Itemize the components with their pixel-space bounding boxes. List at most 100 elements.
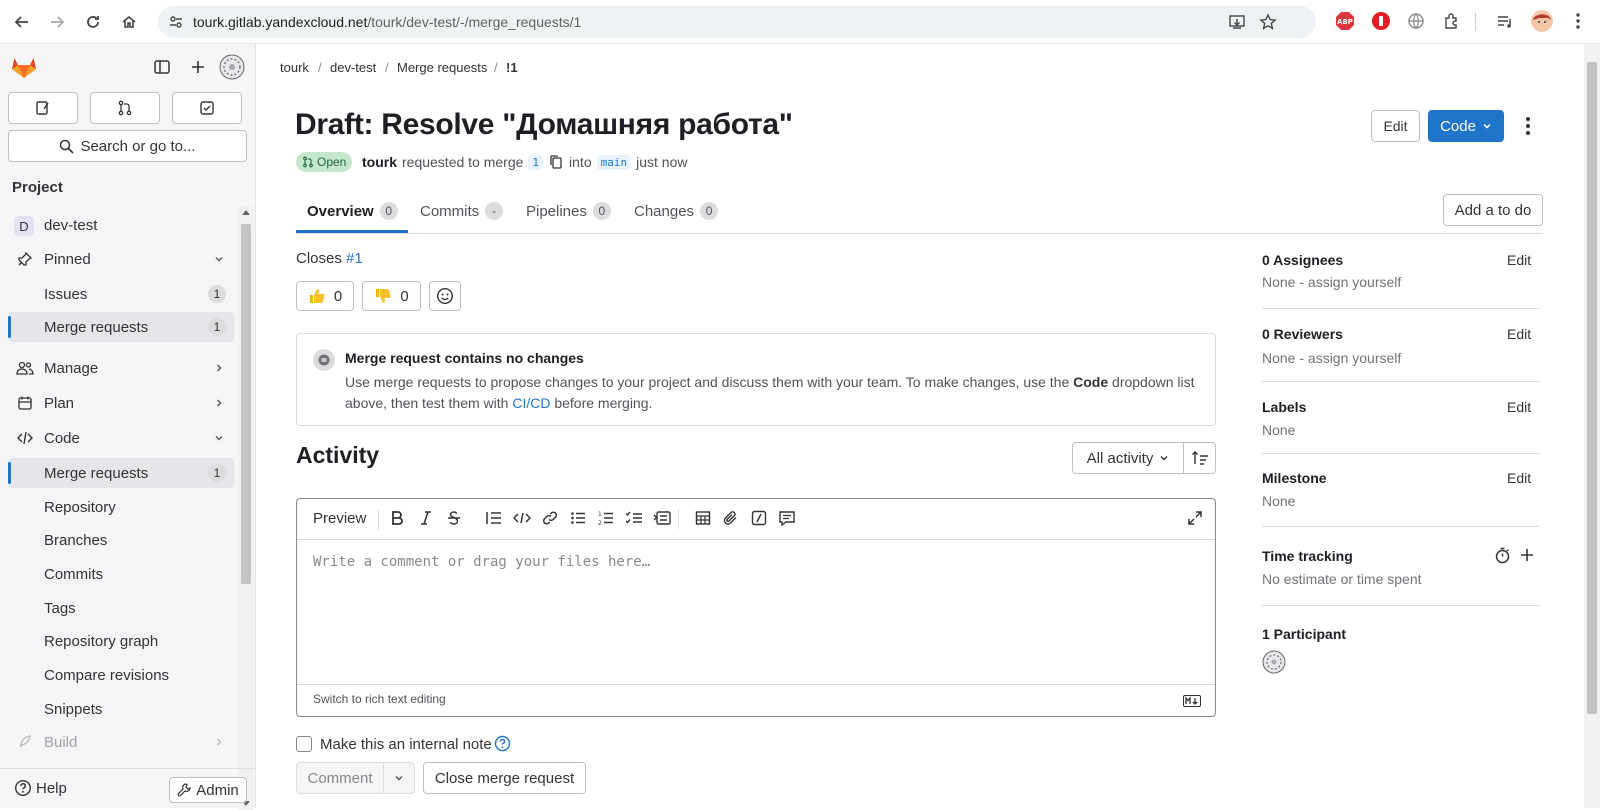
assigned-issues-button[interactable] — [8, 92, 78, 124]
help-icon[interactable] — [494, 735, 511, 752]
participant-avatar[interactable] — [1262, 650, 1286, 674]
add-reaction-button[interactable] — [429, 281, 461, 311]
merge-requests-button[interactable] — [90, 92, 160, 124]
profile-avatar[interactable] — [1531, 10, 1553, 32]
author-link[interactable]: tourk — [362, 154, 397, 170]
todo-list-button[interactable] — [172, 92, 242, 124]
cicd-link[interactable]: CI/CD — [512, 395, 550, 411]
bold-icon[interactable] — [388, 509, 406, 527]
user-avatar[interactable] — [219, 54, 245, 80]
sidebar-item-build[interactable]: Build — [8, 727, 234, 757]
sidebar-item-commits[interactable]: Commits — [8, 559, 234, 589]
fullscreen-icon[interactable] — [1187, 510, 1203, 526]
forward-icon[interactable] — [45, 10, 69, 34]
closes-issue-link[interactable]: #1 — [346, 250, 363, 267]
sort-order-button[interactable] — [1183, 442, 1216, 474]
edit-button[interactable]: Edit — [1371, 110, 1420, 142]
help-button[interactable]: Help — [14, 779, 67, 797]
tab-commits[interactable]: Commits - — [420, 202, 504, 220]
numbered-list-icon[interactable]: 12 — [597, 509, 615, 527]
page-scrollbar[interactable] — [1584, 44, 1600, 808]
sidebar-scrollbar[interactable] — [239, 206, 253, 810]
sidebar-item-repository-graph[interactable]: Repository graph — [8, 626, 234, 656]
extensions-puzzle-icon[interactable] — [1441, 10, 1463, 32]
target-branch[interactable]: main — [596, 154, 632, 170]
scroll-up-arrow[interactable] — [242, 210, 250, 215]
preview-tab[interactable]: Preview — [313, 510, 366, 527]
site-info-icon[interactable] — [168, 14, 184, 30]
reviewers-value[interactable]: None - assign yourself — [1262, 350, 1401, 366]
sidebar-item-tags[interactable]: Tags — [8, 593, 234, 623]
thumbs-up-button[interactable]: 0 — [296, 281, 354, 311]
tab-pipelines[interactable]: Pipelines 0 — [526, 202, 611, 220]
gitlab-logo[interactable] — [11, 54, 37, 80]
comment-textarea[interactable]: Write a comment or drag your files here… — [313, 554, 650, 570]
switch-rich-text-button[interactable]: Switch to rich text editing — [313, 692, 446, 706]
link-icon[interactable] — [541, 509, 559, 527]
assignees-edit-button[interactable]: Edit — [1507, 252, 1531, 268]
scrollbar-thumb[interactable] — [241, 224, 251, 584]
scrollbar-thumb[interactable] — [1587, 62, 1597, 714]
breadcrumb-current[interactable]: !1 — [506, 60, 518, 75]
collapse-sidebar-icon[interactable] — [153, 58, 171, 76]
tab-changes[interactable]: Changes 0 — [634, 202, 719, 220]
italic-icon[interactable] — [417, 509, 435, 527]
sidebar-item-merge-requests[interactable]: Merge requests 1 — [8, 458, 234, 488]
bookmark-star-icon[interactable] — [1259, 13, 1277, 31]
comment-template-icon[interactable] — [778, 509, 796, 527]
comment-button[interactable]: Comment — [296, 762, 384, 794]
sidebar-item-code[interactable]: Code — [8, 423, 234, 453]
internal-note-checkbox[interactable] — [296, 736, 312, 752]
thumbs-down-button[interactable]: 0 — [362, 281, 421, 311]
labels-edit-button[interactable]: Edit — [1507, 399, 1531, 415]
sidebar-item-compare-revisions[interactable]: Compare revisions — [8, 660, 234, 690]
stopwatch-icon[interactable] — [1494, 547, 1511, 564]
task-list-icon[interactable] — [625, 509, 643, 527]
search-button[interactable]: Search or go to... — [8, 130, 247, 162]
sidebar-item-branches[interactable]: Branches — [8, 525, 234, 555]
copy-branch-icon[interactable] — [549, 154, 563, 170]
reload-icon[interactable] — [81, 10, 105, 34]
close-merge-request-button[interactable]: Close merge request — [423, 762, 586, 794]
reviewers-edit-button[interactable]: Edit — [1507, 326, 1531, 342]
address-bar[interactable]: tourk.gitlab.yandexcloud.net/tourk/dev-t… — [158, 6, 1316, 38]
browser-menu-icon[interactable] — [1567, 10, 1589, 32]
assignees-value[interactable]: None - assign yourself — [1262, 274, 1401, 290]
breadcrumb-item[interactable]: Merge requests — [397, 60, 487, 75]
sidebar-item-repository[interactable]: Repository — [8, 492, 234, 522]
breadcrumb-item[interactable]: tourk — [280, 60, 309, 75]
comment-options-toggle[interactable] — [383, 762, 415, 794]
create-new-icon[interactable] — [189, 58, 207, 76]
back-icon[interactable] — [10, 10, 34, 34]
home-icon[interactable] — [117, 10, 141, 34]
project-link[interactable]: D dev-test — [8, 210, 234, 240]
source-branch[interactable]: 1 — [528, 154, 544, 170]
attach-file-icon[interactable] — [722, 509, 740, 527]
sidebar-item-manage[interactable]: Manage — [8, 353, 234, 383]
bullet-list-icon[interactable] — [569, 509, 587, 527]
strikethrough-icon[interactable] — [445, 509, 463, 527]
globe-extension-icon[interactable] — [1405, 10, 1427, 32]
table-icon[interactable] — [694, 509, 712, 527]
collapsible-section-icon[interactable] — [653, 509, 671, 527]
code-dropdown-button[interactable]: Code — [1428, 110, 1504, 142]
sidebar-item-pinned-merge-requests[interactable]: Merge requests 1 — [8, 312, 234, 342]
quote-icon[interactable] — [485, 509, 503, 527]
media-controls-icon[interactable] — [1494, 10, 1516, 32]
add-time-icon[interactable] — [1519, 547, 1535, 563]
extension-red-icon[interactable] — [1370, 10, 1392, 32]
tab-overview[interactable]: Overview 0 — [307, 202, 398, 220]
sidebar-item-plan[interactable]: Plan — [8, 388, 234, 418]
admin-button[interactable]: Admin — [169, 777, 247, 803]
activity-filter-dropdown[interactable]: All activity — [1072, 442, 1184, 474]
more-actions-icon[interactable] — [1522, 115, 1534, 137]
pinned-section-toggle[interactable]: Pinned — [8, 244, 234, 274]
slash-commands-icon[interactable] — [750, 509, 768, 527]
code-block-icon[interactable] — [513, 509, 531, 527]
add-todo-button[interactable]: Add a to do — [1443, 194, 1543, 226]
sidebar-item-issues[interactable]: Issues 1 — [8, 279, 234, 309]
milestone-edit-button[interactable]: Edit — [1507, 470, 1531, 486]
adblock-icon[interactable]: ABP — [1334, 10, 1356, 32]
install-app-icon[interactable] — [1228, 13, 1246, 31]
sidebar-item-snippets[interactable]: Snippets — [8, 694, 234, 724]
